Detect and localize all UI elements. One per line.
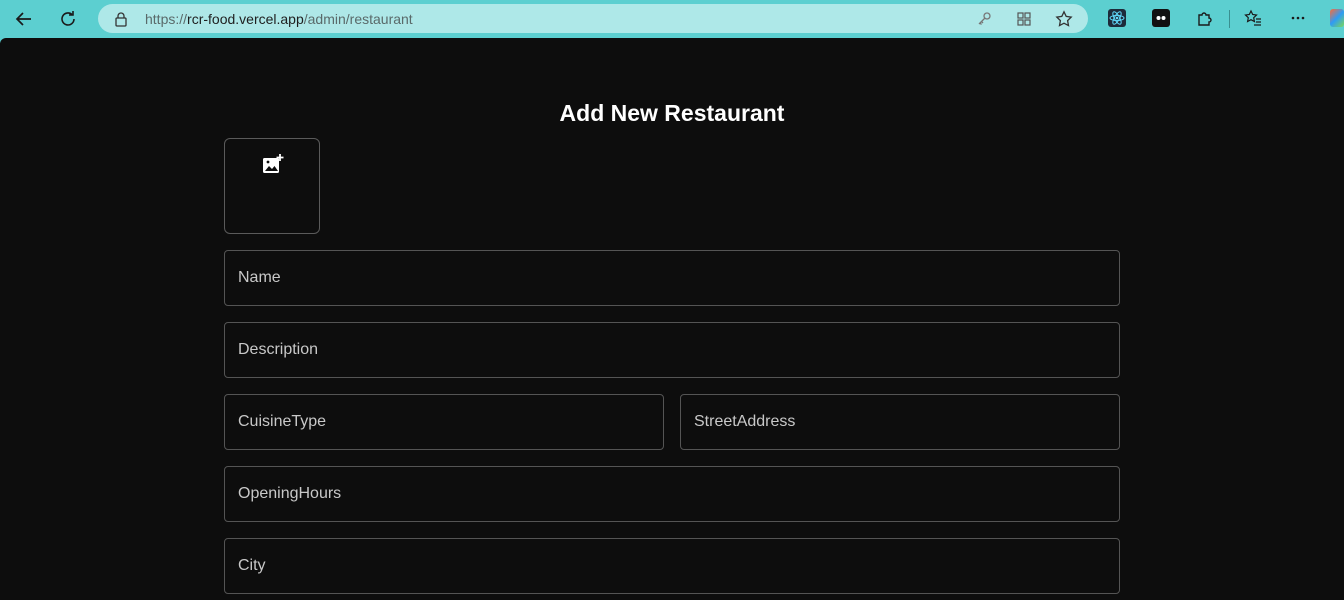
description-field[interactable]: Description	[224, 322, 1120, 378]
react-devtools-icon[interactable]	[1108, 9, 1126, 27]
page-viewport: Add New Restaurant Name Description Cuis…	[0, 38, 1344, 600]
back-button[interactable]	[10, 5, 38, 33]
opening-hours-field-label: OpeningHours	[238, 485, 342, 502]
address-bar[interactable]: https://rcr-food.vercel.app/admin/restau…	[98, 4, 1088, 33]
url-prefix: https://	[145, 11, 188, 27]
description-field-label: Description	[238, 341, 319, 358]
more-icon[interactable]	[1289, 9, 1307, 27]
opening-hours-field[interactable]: OpeningHours	[224, 466, 1120, 522]
city-field-label: City	[238, 557, 266, 574]
puzzle-icon[interactable]	[1196, 9, 1214, 27]
refresh-icon	[61, 11, 75, 26]
street-address-field-label: StreetAddress	[694, 413, 796, 430]
toolbar-separator	[1229, 10, 1230, 28]
lock-icon[interactable]	[114, 11, 128, 32]
copilot-icon[interactable]	[1330, 9, 1344, 27]
name-field-label: Name	[238, 269, 281, 286]
apps-icon[interactable]	[1015, 10, 1033, 28]
url-host: rcr-food.vercel.app	[187, 11, 304, 27]
url-text: https://rcr-food.vercel.app/admin/restau…	[145, 11, 413, 27]
cuisine-type-field[interactable]: CuisineType	[224, 394, 664, 450]
star-icon[interactable]	[1055, 10, 1073, 28]
key-icon[interactable]	[975, 10, 993, 28]
browser-toolbar: https://rcr-food.vercel.app/admin/restau…	[0, 0, 1344, 38]
image-upload[interactable]	[224, 138, 320, 234]
page-title: Add New Restaurant	[559, 100, 785, 126]
extension-icon[interactable]	[1152, 9, 1170, 27]
street-address-field[interactable]: StreetAddress	[680, 394, 1120, 450]
city-field[interactable]: City	[224, 538, 1120, 594]
back-icon	[15, 12, 31, 26]
favorites-icon[interactable]	[1244, 9, 1262, 27]
refresh-button[interactable]	[54, 5, 82, 33]
cuisine-type-field-label: CuisineType	[238, 413, 327, 430]
url-path: /admin/restaurant	[303, 11, 413, 27]
name-field[interactable]: Name	[224, 250, 1120, 306]
add-image-icon	[262, 153, 284, 180]
